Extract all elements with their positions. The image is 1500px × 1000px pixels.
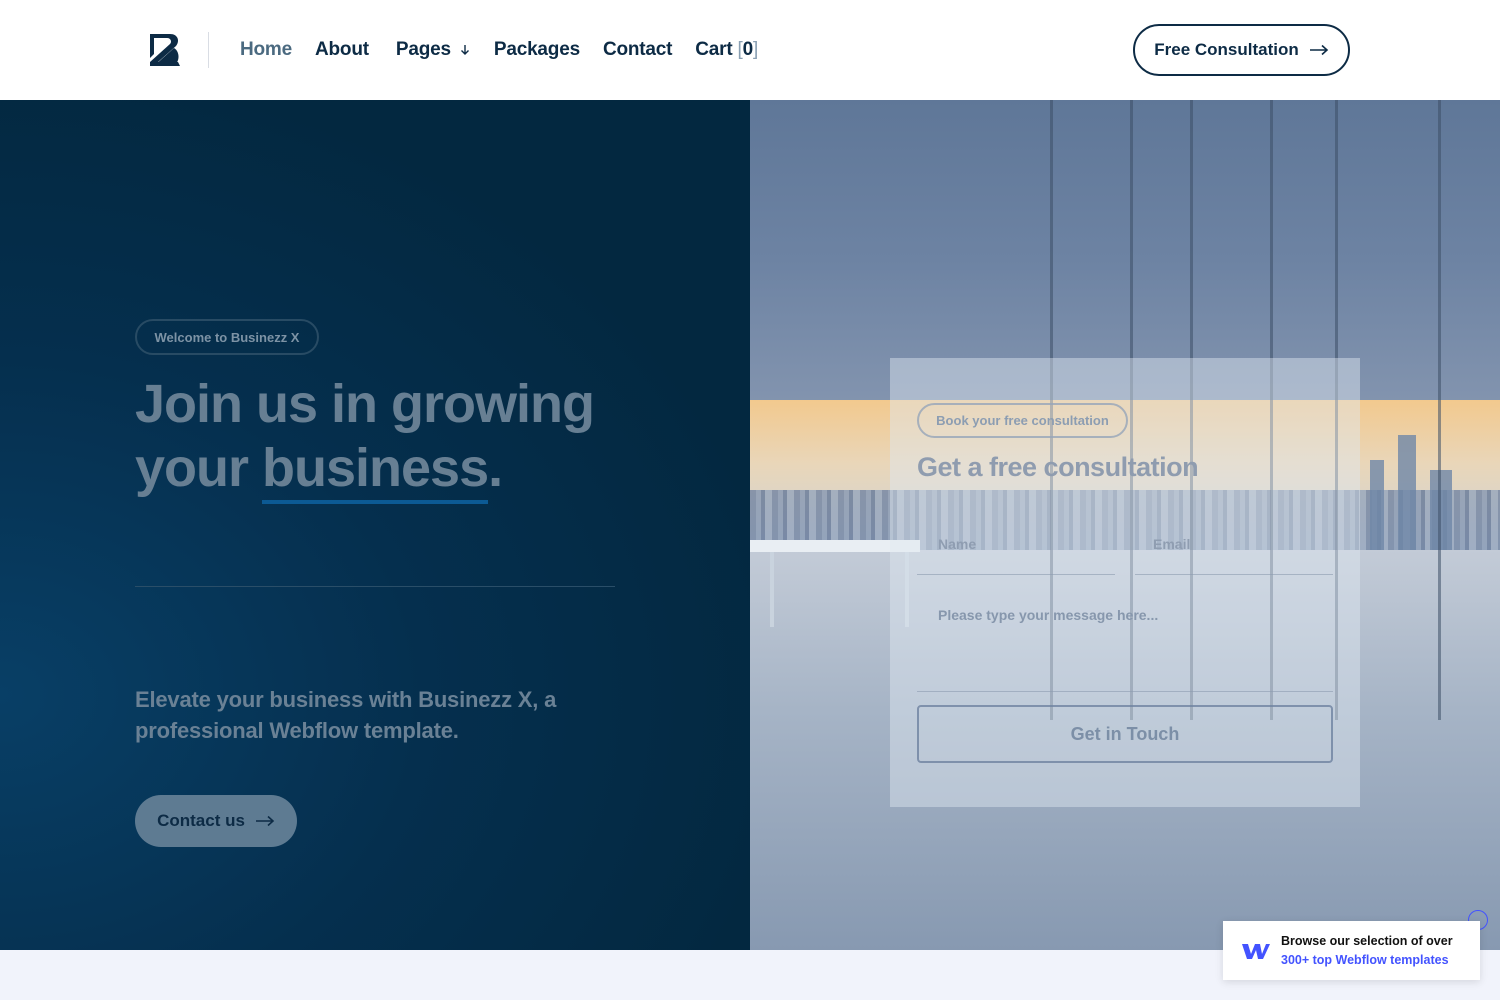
webflow-badge-line-1: Browse our selection of over xyxy=(1281,933,1453,948)
hero-left-panel xyxy=(0,100,750,950)
headline-suffix: . xyxy=(488,438,503,498)
nav-about[interactable]: About xyxy=(315,39,369,61)
webflow-badge-line-2: 300+ top Webflow templates xyxy=(1281,952,1449,967)
headline-prefix: your xyxy=(135,438,263,498)
arrow-down-icon xyxy=(460,45,469,55)
free-consultation-label: Free Consultation xyxy=(1154,40,1299,59)
headline-line-1: Join us in growing xyxy=(135,374,595,434)
businezz-logo-icon[interactable] xyxy=(148,32,182,68)
nav-packages[interactable]: Packages xyxy=(494,39,580,61)
hero-description: Elevate your business with Businezz X, a… xyxy=(135,687,557,743)
email-input[interactable] xyxy=(1135,574,1333,575)
message-placeholder: Please type your message here... xyxy=(938,607,1159,623)
get-in-touch-button[interactable]: Get in Touch xyxy=(917,705,1333,763)
cart-count: 0 xyxy=(742,39,754,60)
site-header: Home About Pages Packages Contact Cart [… xyxy=(0,0,1500,100)
name-input[interactable] xyxy=(917,574,1115,575)
form-badge: Book your free consultation xyxy=(917,403,1128,438)
welcome-badge: Welcome to Businezz X xyxy=(135,319,319,355)
hero-divider xyxy=(135,586,615,587)
photo-table-leg xyxy=(770,552,774,627)
logo-divider xyxy=(208,32,209,68)
name-field-label: Name xyxy=(938,536,977,552)
nav-pages-dropdown[interactable]: Pages xyxy=(396,39,471,61)
get-in-touch-label: Get in Touch xyxy=(1070,723,1180,744)
hero-headline: Join us in growing your business. xyxy=(135,372,695,504)
arrow-right-icon xyxy=(1309,44,1328,56)
cart-close-bracket: ] xyxy=(752,39,759,60)
headline-underlined-word: business xyxy=(262,438,489,504)
contact-us-button[interactable]: Contact us xyxy=(135,795,297,847)
webflow-logo-icon xyxy=(1242,943,1270,959)
webflow-templates-badge[interactable]: Browse our selection of over 300+ top We… xyxy=(1223,921,1480,980)
main-nav: Home About Pages Packages Contact Cart [… xyxy=(240,38,781,62)
nav-cart[interactable]: Cart [0] xyxy=(695,39,758,61)
form-title: Get a free consultation xyxy=(917,452,1199,482)
photo-window-mullion xyxy=(1438,100,1441,720)
webflow-badge-text: Browse our selection of over 300+ top We… xyxy=(1281,932,1453,970)
nav-home[interactable]: Home xyxy=(240,39,292,61)
email-field-label: Email xyxy=(1153,536,1191,552)
cart-label: Cart xyxy=(695,39,733,60)
arrow-right-icon xyxy=(255,815,275,827)
free-consultation-button[interactable]: Free Consultation xyxy=(1133,24,1350,76)
nav-contact[interactable]: Contact xyxy=(603,39,673,61)
contact-us-label: Contact us xyxy=(157,811,245,830)
